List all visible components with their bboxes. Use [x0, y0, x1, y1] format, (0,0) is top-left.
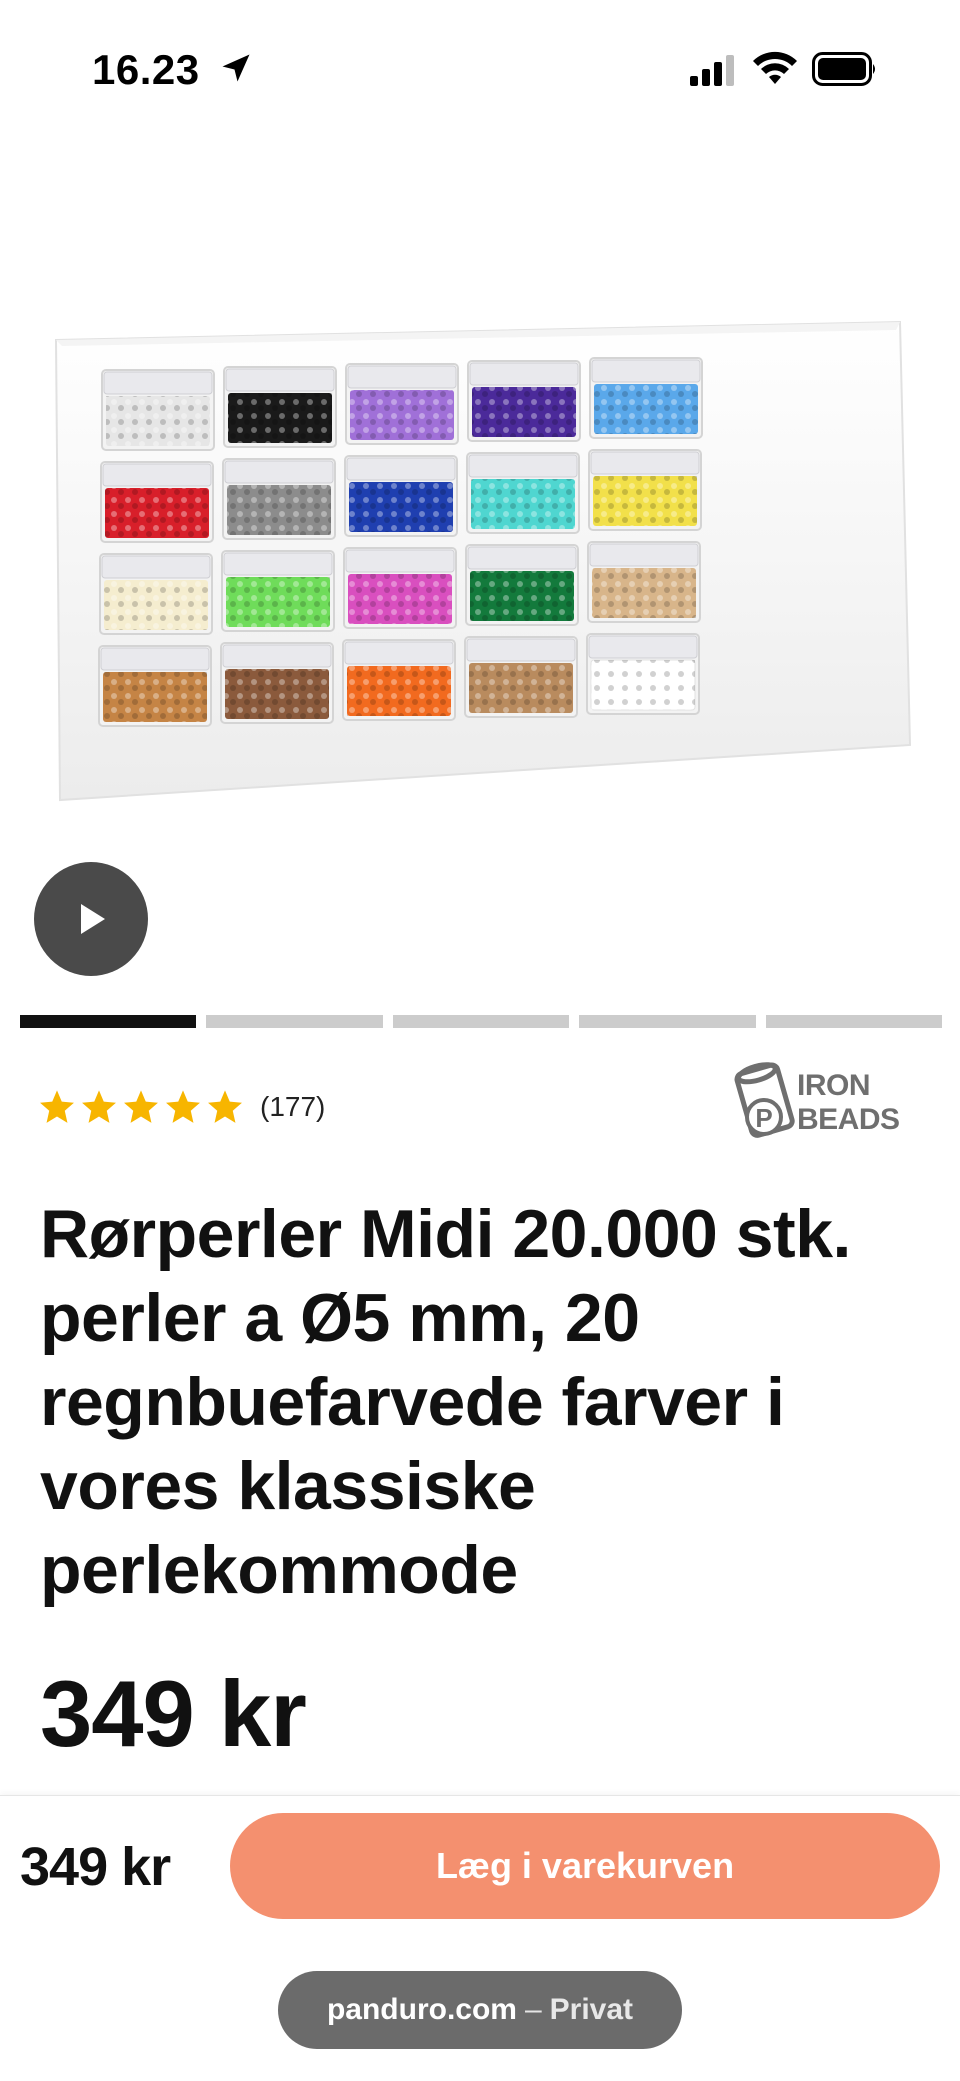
star-icon [40, 1090, 74, 1123]
video-play-button[interactable] [34, 862, 148, 976]
address-domain: panduro.com [326, 1993, 517, 2026]
bead-drawer [344, 455, 458, 537]
star-icon [208, 1090, 242, 1123]
brand-logo-line-2: BEADS [797, 1103, 900, 1136]
product-image[interactable] [40, 300, 920, 820]
bead-drawer [220, 642, 334, 724]
star-icon [82, 1090, 116, 1123]
bead-drawer [467, 360, 581, 442]
bead-drawer [343, 547, 457, 629]
bead-drawer [101, 369, 215, 451]
carousel-dot-4[interactable] [579, 1015, 756, 1028]
location-arrow-icon [222, 54, 250, 82]
carousel-dot-2[interactable] [206, 1015, 383, 1028]
add-to-cart-button[interactable]: Læg i varekurven [230, 1813, 940, 1919]
wifi-icon [753, 51, 797, 84]
play-icon [81, 904, 105, 934]
bead-drawer [345, 363, 459, 445]
bead-drawer [589, 357, 703, 439]
status-bar: 16.23 [0, 0, 960, 140]
carousel-dot-3[interactable] [392, 1015, 570, 1028]
rating-count: (177) [260, 1091, 326, 1122]
browser-bottom-bar: panduro.com – Privat [0, 1935, 960, 2081]
iron-beads-logo-icon: P [734, 1062, 795, 1138]
brand-logo-line-1: IRON [797, 1069, 871, 1102]
bead-drawer [342, 639, 456, 721]
buy-bar-price: 349 kr [20, 1837, 171, 1897]
bead-drawer [222, 458, 336, 540]
star-icon [124, 1090, 158, 1123]
address-bar[interactable]: panduro.com – Privat [278, 1971, 682, 2049]
bead-drawer [221, 550, 335, 632]
bead-chest-image [54, 320, 912, 802]
bead-drawer [466, 452, 580, 534]
bead-drawer [98, 645, 212, 727]
carousel-dot-5[interactable] [765, 1015, 943, 1028]
bead-drawer [586, 633, 700, 715]
image-carousel-indicator [20, 1015, 943, 1029]
rating-stars [38, 1088, 244, 1126]
product-rating[interactable]: (177) [38, 1085, 325, 1129]
battery-icon [812, 52, 875, 86]
product-price: 349 kr [40, 1661, 307, 1766]
bead-drawer [588, 449, 702, 531]
bead-drawer [465, 544, 579, 626]
brand-logo[interactable]: P IRON BEADS [734, 1055, 914, 1147]
star-icon [166, 1090, 200, 1123]
svg-text:P: P [755, 1103, 772, 1133]
bead-drawer [464, 636, 578, 718]
carousel-dot-1[interactable] [20, 1015, 197, 1028]
bead-drawer [587, 541, 701, 623]
status-time: 16.23 [92, 46, 200, 93]
sticky-buy-bar: 349 kr Læg i varekurven [0, 1795, 960, 1936]
bead-drawer [223, 366, 337, 448]
cellular-signal-icon [690, 55, 734, 86]
product-title: Rørperler Midi 20.000 stk. perler a Ø5 m… [40, 1196, 851, 1608]
private-mode-label: Privat [549, 1993, 634, 2026]
bead-drawer [99, 553, 213, 635]
address-separator: – [524, 1993, 542, 2026]
bead-drawer [100, 461, 214, 543]
